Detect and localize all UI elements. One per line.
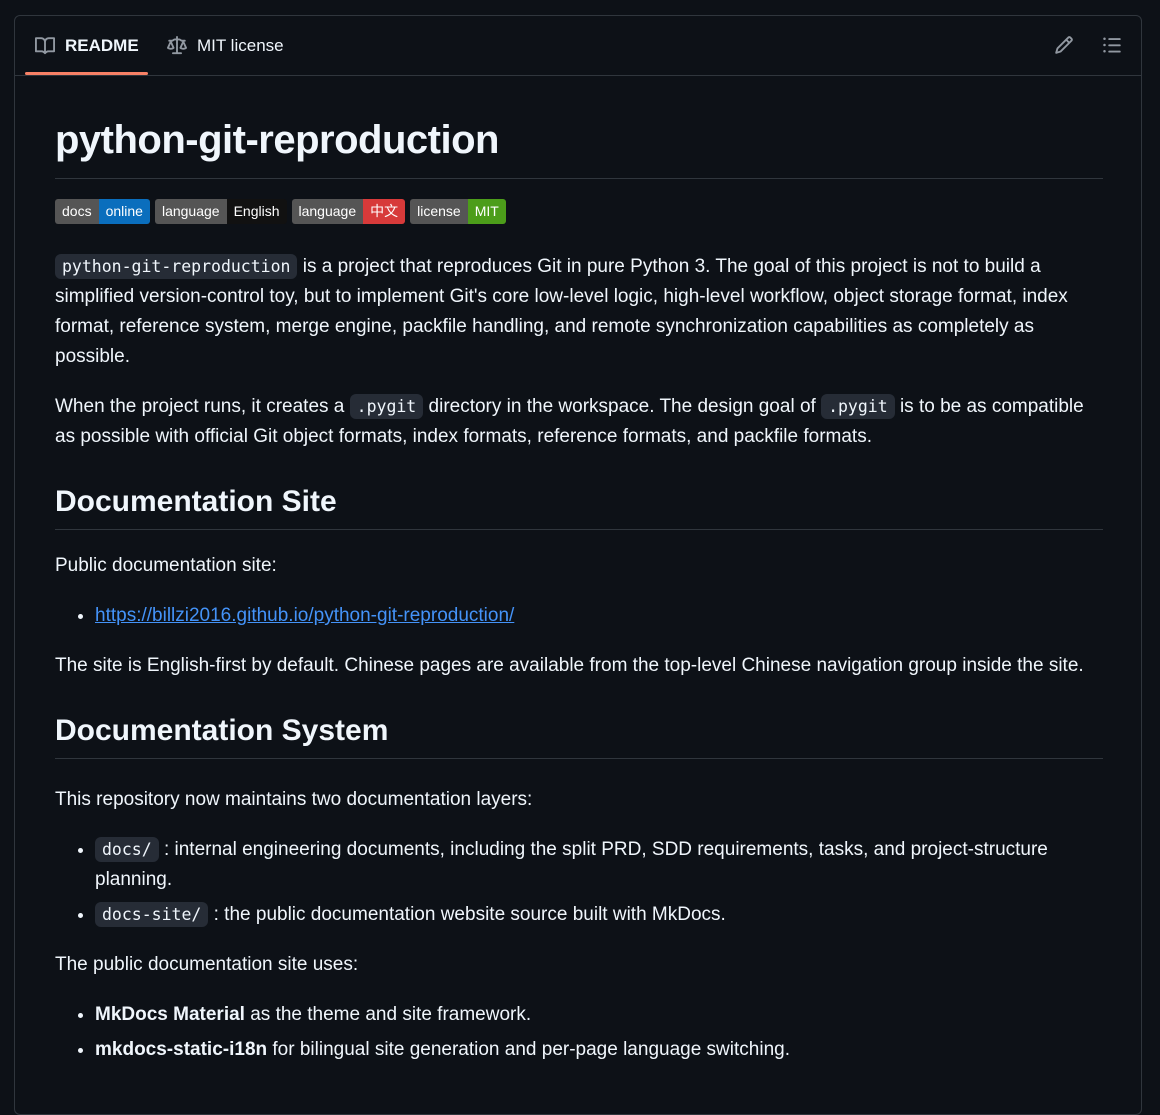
doc-system-lead: This repository now maintains two docume… xyxy=(55,789,533,810)
inline-code: .pygit xyxy=(821,394,895,419)
readme-title: python-git-reproduction xyxy=(55,116,1103,179)
inline-code: docs/ xyxy=(95,837,159,862)
list-item: MkDocs Material as the theme and site fr… xyxy=(95,1000,1103,1030)
badge-language-chinese[interactable]: language 中文 xyxy=(291,199,406,224)
pencil-icon xyxy=(1055,36,1073,54)
outline-button[interactable] xyxy=(1101,34,1123,56)
badge-row: docs online language English language 中文 li… xyxy=(55,199,1103,224)
book-icon xyxy=(35,36,55,56)
inline-code: python-git-reproduction xyxy=(55,254,298,279)
tab-readme-label: README xyxy=(65,35,139,55)
readme-tabbar: README MIT license xyxy=(15,16,1141,76)
heading-documentation-site: Documentation Site xyxy=(55,484,1103,530)
list-unordered-icon xyxy=(1103,37,1121,53)
badge-docs[interactable]: docs online xyxy=(55,199,150,224)
doc-layers-list: docs/ : internal engineering documents, … xyxy=(55,835,1103,930)
pygit-paragraph: When the project runs, it creates a .pyg… xyxy=(55,394,1084,447)
readme-body: python-git-reproduction docs online langu… xyxy=(55,76,1103,1065)
scale-icon xyxy=(167,35,187,56)
doc-site-note: The site is English-first by default. Ch… xyxy=(55,655,1084,676)
badge-license[interactable]: license MIT xyxy=(410,199,506,224)
doc-site-lead: Public documentation site: xyxy=(55,555,277,576)
tab-license-label: MIT license xyxy=(197,35,284,55)
doc-site-list: https://billzi2016.github.io/python-git-… xyxy=(55,601,1103,631)
inline-code: .pygit xyxy=(349,394,424,419)
list-item: docs-site/ : the public documentation we… xyxy=(95,900,1103,930)
intro-paragraph: python-git-reproduction is a project tha… xyxy=(55,254,1068,367)
heading-documentation-system: Documentation System xyxy=(55,713,1103,759)
doc-site-link[interactable]: https://billzi2016.github.io/python-git-… xyxy=(95,605,514,626)
active-tab-indicator xyxy=(25,72,148,75)
readme-panel: README MIT license python-git-reproducti… xyxy=(14,15,1142,1115)
tab-readme[interactable]: README xyxy=(35,16,139,75)
doc-uses-list: MkDocs Material as the theme and site fr… xyxy=(55,1000,1103,1065)
list-item: https://billzi2016.github.io/python-git-… xyxy=(95,601,1103,631)
doc-uses-lead: The public documentation site uses: xyxy=(55,954,359,975)
tab-license[interactable]: MIT license xyxy=(167,16,284,75)
list-item: mkdocs-static-i18n for bilingual site ge… xyxy=(95,1035,1103,1065)
edit-file-button[interactable] xyxy=(1053,34,1075,56)
badge-language-english[interactable]: language English xyxy=(154,199,287,224)
list-item: docs/ : internal engineering documents, … xyxy=(95,835,1103,895)
inline-code: docs-site/ xyxy=(95,902,209,927)
